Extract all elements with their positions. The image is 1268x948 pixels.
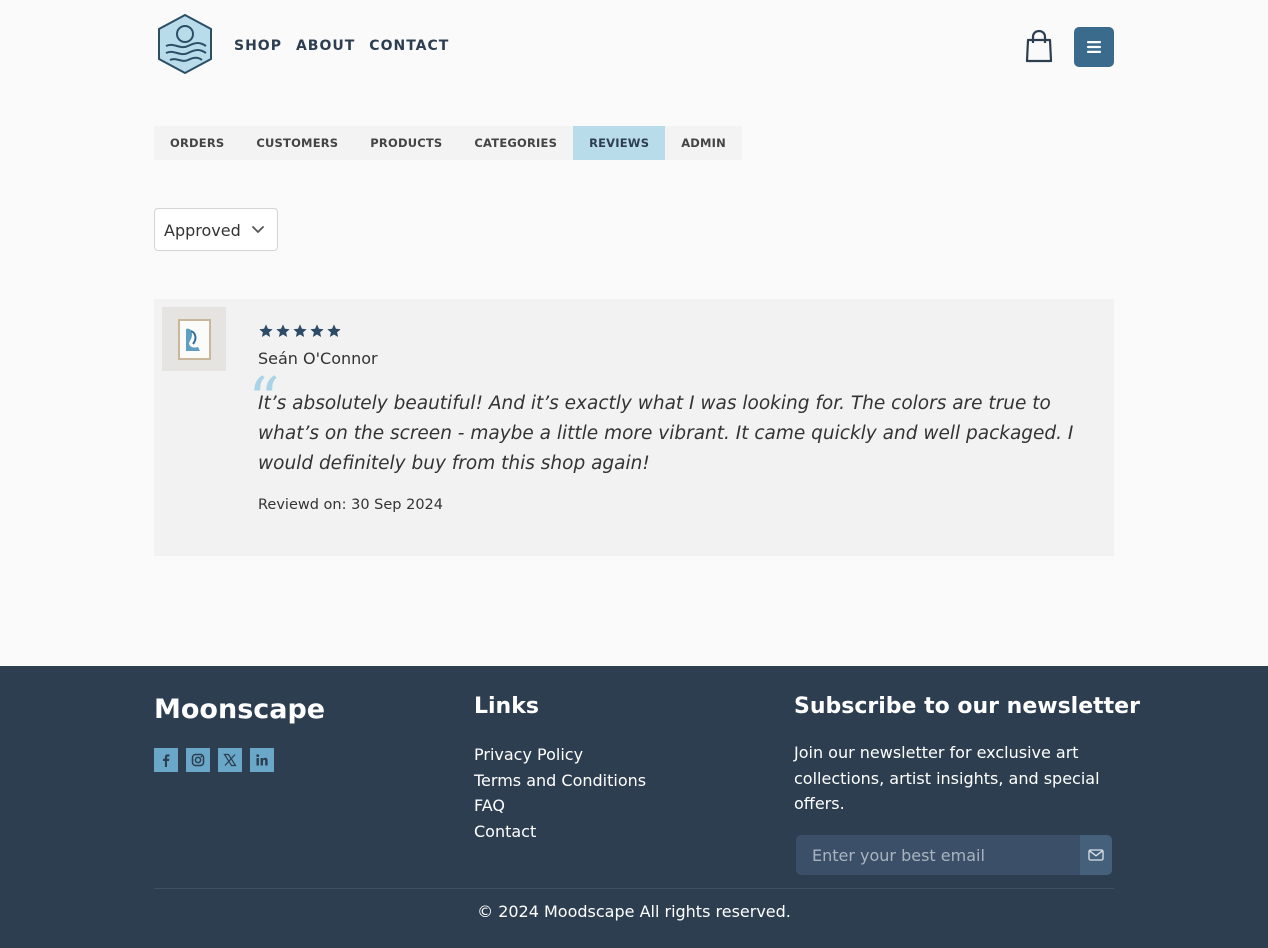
facebook-icon[interactable] bbox=[154, 748, 178, 772]
subscribe-button[interactable] bbox=[1080, 835, 1112, 875]
newsletter-title: Subscribe to our newsletter bbox=[794, 694, 1140, 719]
nav-about[interactable]: ABOUT bbox=[296, 38, 355, 54]
newsletter-description: Join our newsletter for exclusive art co… bbox=[794, 743, 1100, 813]
links-title: Links bbox=[474, 694, 539, 719]
site-footer: Moonscape Links Privacy Policy Terms and… bbox=[0, 666, 1268, 948]
hamburger-icon bbox=[1087, 41, 1101, 53]
star-icon bbox=[259, 324, 273, 337]
tab-admin[interactable]: ADMIN bbox=[665, 126, 742, 160]
tab-reviews[interactable]: REVIEWS bbox=[573, 126, 666, 160]
footer-brand: Moonscape bbox=[154, 694, 326, 725]
nav-shop[interactable]: SHOP bbox=[234, 38, 282, 54]
chevron-down-icon bbox=[252, 226, 264, 233]
link-contact[interactable]: Contact bbox=[474, 819, 646, 845]
review-date: Reviewd on: 30 Sep 2024 bbox=[258, 497, 444, 513]
logo-icon[interactable] bbox=[156, 12, 214, 76]
instagram-icon[interactable] bbox=[186, 748, 210, 772]
tab-customers[interactable]: CUSTOMERS bbox=[240, 126, 354, 160]
star-icon bbox=[327, 324, 341, 337]
star-icon bbox=[310, 324, 324, 337]
email-input[interactable] bbox=[796, 835, 1080, 875]
linkedin-icon[interactable] bbox=[250, 748, 274, 772]
admin-tabs: ORDERS CUSTOMERS PRODUCTS CATEGORIES REV… bbox=[154, 126, 742, 160]
site-header: SHOP ABOUT CONTACT bbox=[154, 10, 1114, 80]
copyright-text: © 2024 Moodscape All rights reserved. bbox=[477, 902, 791, 921]
newsletter-form bbox=[796, 835, 1112, 875]
x-icon[interactable] bbox=[218, 748, 242, 772]
review-text: It’s absolutely beautiful! And it’s exac… bbox=[258, 393, 1074, 474]
status-filter-value: Approved bbox=[164, 221, 241, 240]
link-privacy-policy[interactable]: Privacy Policy bbox=[474, 742, 646, 768]
shopping-bag-icon[interactable] bbox=[1024, 29, 1054, 64]
envelope-icon bbox=[1088, 849, 1104, 861]
tab-orders[interactable]: ORDERS bbox=[154, 126, 240, 160]
star-icon bbox=[293, 324, 307, 337]
review-card: Seán O'Connor “ It’s absolutely beautifu… bbox=[154, 299, 1114, 556]
footer-divider bbox=[154, 888, 1114, 889]
tab-products[interactable]: PRODUCTS bbox=[354, 126, 458, 160]
footer-links: Privacy Policy Terms and Conditions FAQ … bbox=[474, 742, 646, 844]
product-thumbnail[interactable] bbox=[162, 307, 226, 371]
star-icon bbox=[276, 324, 290, 337]
menu-button[interactable] bbox=[1074, 27, 1114, 67]
main-nav: SHOP ABOUT CONTACT bbox=[234, 38, 449, 54]
status-filter-select[interactable]: Approved bbox=[154, 208, 278, 251]
tab-categories[interactable]: CATEGORIES bbox=[458, 126, 573, 160]
link-faq[interactable]: FAQ bbox=[474, 793, 646, 819]
nav-contact[interactable]: CONTACT bbox=[369, 38, 449, 54]
link-terms[interactable]: Terms and Conditions bbox=[474, 768, 646, 794]
social-links bbox=[154, 748, 274, 772]
rating-stars bbox=[258, 323, 342, 339]
